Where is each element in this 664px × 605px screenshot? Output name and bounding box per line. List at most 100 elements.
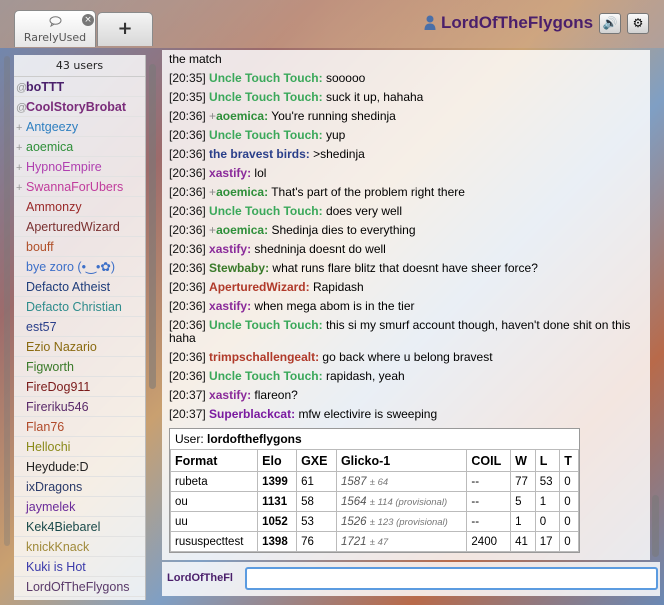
message-timestamp: [20:36] [169,242,206,256]
message-timestamp: [20:36] [169,261,206,275]
user-list-item[interactable]: jaymelek [14,497,145,517]
username-button[interactable]: LordOfTheFlygons [441,13,593,33]
message-author-name: xastify: [209,299,252,313]
glicko-deviation: ± 47 [369,536,389,548]
user-name: bouff [26,240,54,254]
rating-losses: 17 [534,531,561,552]
message-author[interactable]: xastify: [209,388,251,402]
user-list-item[interactable]: Ezio Nazario [14,337,145,357]
message-timestamp: [20:36] [169,318,206,332]
user-list-item[interactable]: est57 [14,317,145,337]
user-list-item[interactable]: + SwannaForUbers [14,177,145,197]
message-author[interactable]: Stewbaby: [209,261,269,275]
user-name: boTTT [26,80,65,94]
rating-losses: 53 [534,471,561,492]
rating-column-header: GXE [296,449,337,472]
rating-gxe: 58 [296,491,337,512]
user-group-symbol: + [16,162,23,174]
chat-scrollbar[interactable] [652,495,659,557]
message-text: when mega abom is in the tier [254,299,415,313]
chat-message: the match [169,50,650,69]
rating-row: rubeta 1399 61 1587 ± 64 -- 77 53 0 [169,471,579,492]
glicko-deviation: ± 123 (provisional) [369,516,448,528]
user-list-item[interactable]: Ammonzy [14,197,145,217]
rating-elo: 1131 [257,491,298,512]
user-list-item[interactable]: Fireriku546 [14,397,145,417]
user-list-item[interactable]: bye zoro (•‿•✿) [14,257,145,277]
chat-message: [20:36] Uncle Touch Touch: rapidash, yea… [169,367,650,386]
message-author-name: Superblackcat: [209,407,296,421]
message-author[interactable]: Uncle Touch Touch: [209,90,323,104]
glicko-value: 1587 [340,475,367,488]
message-author[interactable]: xastify: [209,166,251,180]
user-list-item[interactable]: ixDragons [14,477,145,497]
new-tab-button[interactable]: + [97,12,153,46]
message-author[interactable]: +aoemica: [209,223,268,237]
message-author-name: aoemica: [216,223,269,237]
message-author[interactable]: Uncle Touch Touch: [209,204,323,218]
rating-wins: 41 [510,531,536,552]
rating-wins: 5 [510,491,536,512]
message-text: Shedinja dies to everything [271,223,416,237]
message-author[interactable]: AperturedWizard: [209,280,310,294]
message-author[interactable]: Uncle Touch Touch: [209,369,323,383]
left-scrollbar[interactable] [4,56,10,546]
user-list-item[interactable]: LordOfTheFlygons [14,577,145,597]
rating-row: uu 1052 53 1526 ± 123 (provisional) -- 1 0 0 [169,511,579,532]
user-list-item[interactable]: Flan76 [14,417,145,437]
user-list-item[interactable]: Defacto Atheist [14,277,145,297]
rating-column-header: T [559,449,579,472]
sound-button[interactable]: 🔊 [599,13,621,34]
user-list-item[interactable]: Kek4Biebarel [14,517,145,537]
user-list-item[interactable]: Heydude:D [14,457,145,477]
message-author[interactable]: +aoemica: [209,185,268,199]
chat-message: [20:36] +aoemica: You're running shedinj… [169,107,650,126]
message-author-name: xastify: [209,166,252,180]
chat-input[interactable] [245,567,658,590]
message-author[interactable]: Uncle Touch Touch: [209,318,323,332]
user-list-item[interactable]: Defacto Christian [14,297,145,317]
rating-wins: 77 [510,471,536,492]
user-list-item[interactable]: bouff [14,237,145,257]
gear-icon: ⚙ [632,16,644,30]
user-name: Kek4Biebarel [26,520,101,534]
user-list-item[interactable]: @boTTT [14,77,145,97]
rating-ties: 0 [559,491,579,512]
user-name: Hellochi [26,440,71,454]
message-text: what runs flare blitz that doesnt have s… [272,261,538,275]
user-list-item[interactable]: + HypnoEmpire [14,157,145,177]
chat-message: [20:36] xastify: lol [169,164,650,183]
message-author[interactable]: Uncle Touch Touch: [209,128,323,142]
rating-wins: 1 [510,511,536,532]
user-list-item[interactable]: Figworth [14,357,145,377]
close-tab-icon[interactable]: × [82,14,94,26]
rating-losses: 1 [534,491,561,512]
user-name: CoolStoryBrobat [26,100,126,114]
user-list-item[interactable]: FireDog911 [14,377,145,397]
user-name: FireDog911 [26,380,91,394]
user-list-item[interactable]: @CoolStoryBrobat [14,97,145,117]
user-name: Ammonzy [26,200,82,214]
message-author[interactable]: Superblackcat: [209,407,295,421]
message-author[interactable]: Uncle Touch Touch: [209,71,323,85]
message-timestamp: [20:36] [169,280,206,294]
user-list-item[interactable]: + Antgeezy [14,117,145,137]
message-author[interactable]: xastify: [209,299,251,313]
user-list-item[interactable]: + aoemica [14,137,145,157]
message-text: sooooo [325,71,366,85]
message-author[interactable]: +aoemica: [209,109,268,123]
settings-button[interactable]: ⚙ [627,13,649,34]
user-list: 43 users @boTTT @CoolStoryBrobat + Antgeezy… [14,55,146,600]
userlist-scrollbar[interactable] [149,64,156,389]
message-timestamp: [20:36] [169,109,206,123]
message-author[interactable]: the bravest birds: [209,147,310,161]
chat-message: [20:35] Uncle Touch Touch: sooooo [169,69,650,88]
chat-message: [20:36] +aoemica: Shedinja dies to every… [169,221,650,240]
user-list-item[interactable]: AperturedWizard [14,217,145,237]
user-list-item[interactable]: Kuki is Hot [14,557,145,577]
rating-coil: 2400 [466,531,512,552]
user-list-item[interactable]: knickKnack [14,537,145,557]
user-list-item[interactable]: Hellochi [14,437,145,457]
message-author[interactable]: xastify: [209,242,251,256]
message-author[interactable]: trimpschallengealt: [209,350,319,364]
